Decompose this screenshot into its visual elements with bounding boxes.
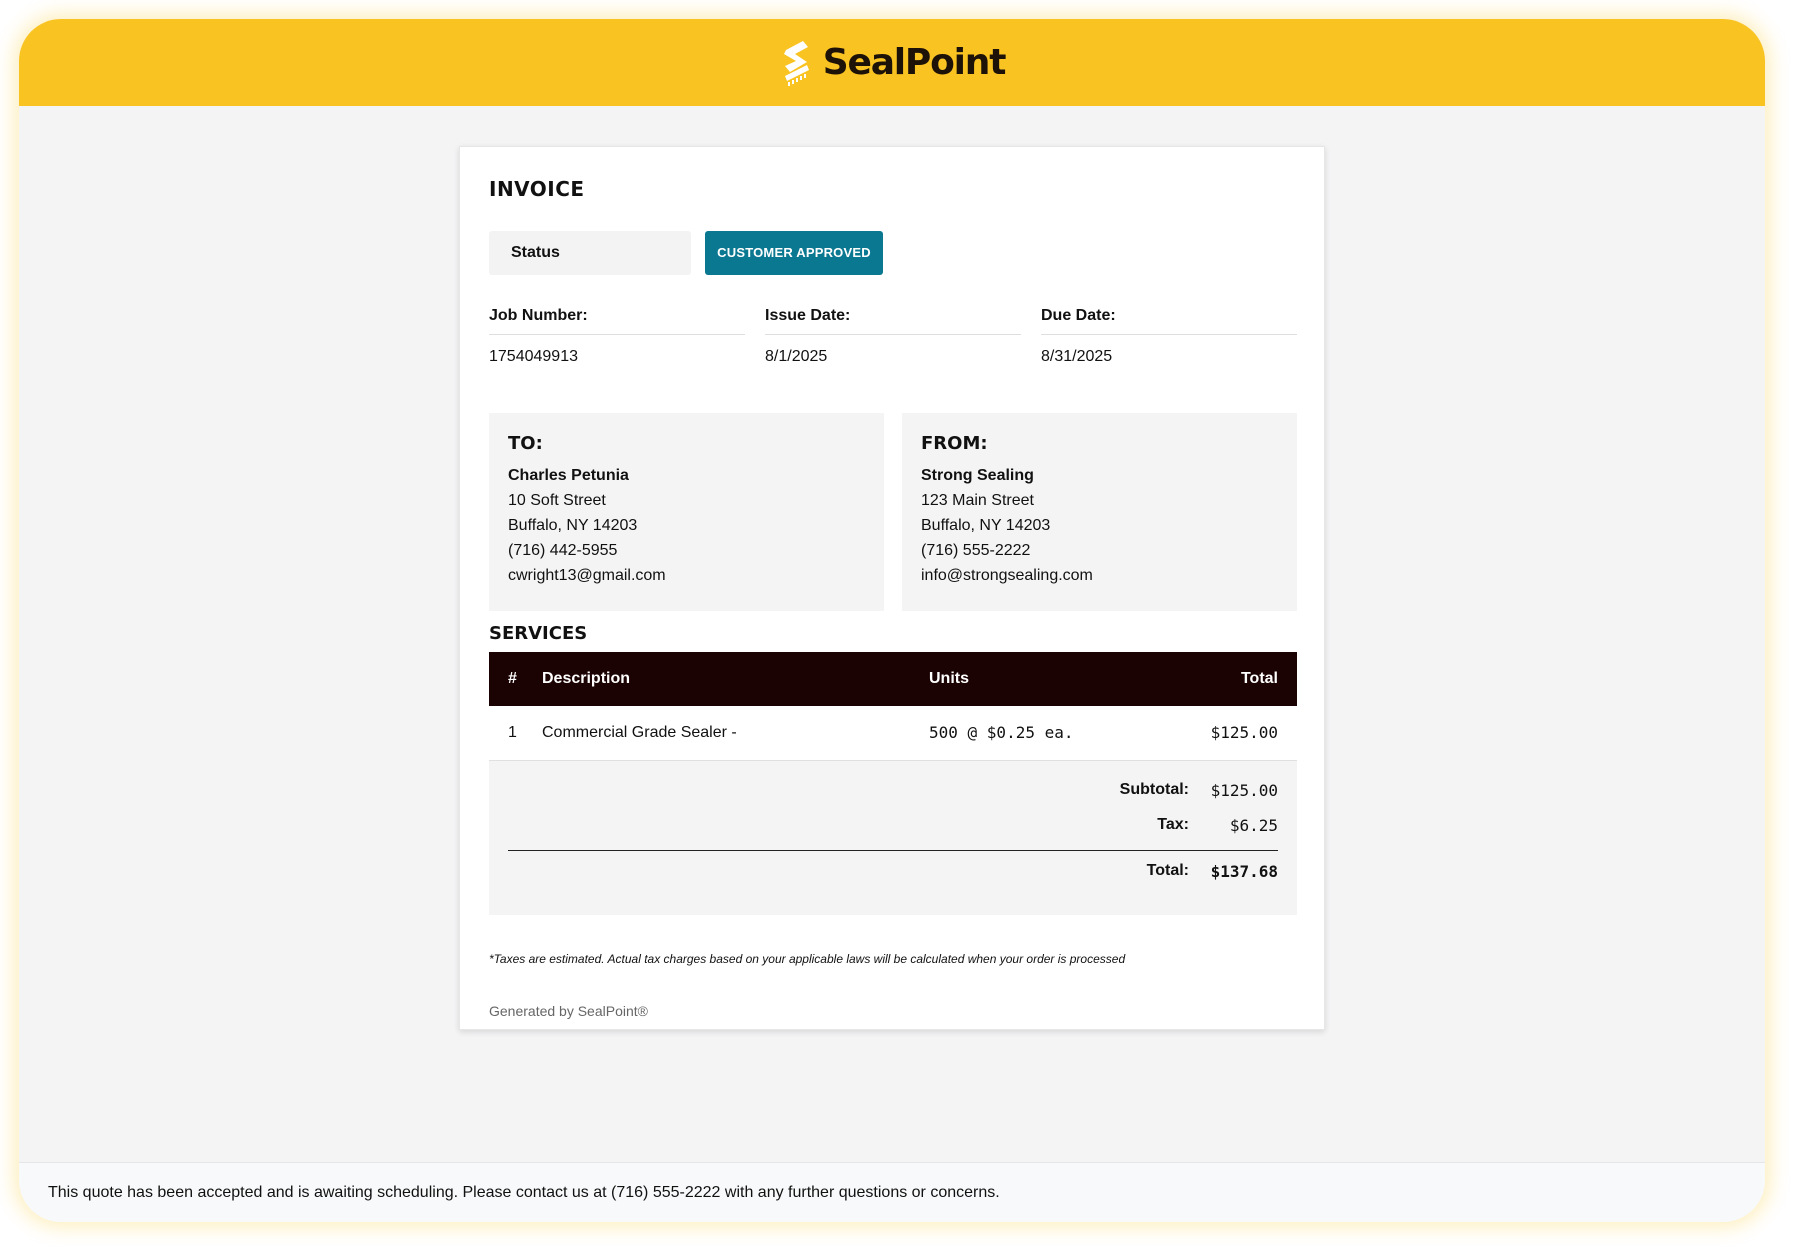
to-phone: (716) 442-5955 bbox=[508, 542, 618, 559]
row-total: $125.00 bbox=[1210, 723, 1278, 742]
app-frame: SealPoint INVOICE Status CUSTOMER APPROV… bbox=[19, 19, 1765, 1222]
subtotal-label: Subtotal: bbox=[1119, 781, 1189, 798]
status-label: Status bbox=[489, 231, 691, 275]
column-header-units: Units bbox=[929, 670, 969, 687]
brand: SealPoint bbox=[779, 38, 1007, 88]
footer-message: This quote has been accepted and is awai… bbox=[48, 1184, 1000, 1201]
due-date-value: 8/31/2025 bbox=[1041, 348, 1113, 365]
invoice-title: INVOICE bbox=[489, 177, 585, 201]
tax-note: *Taxes are estimated. Actual tax charges… bbox=[489, 952, 1126, 966]
from-city: Buffalo, NY 14203 bbox=[921, 517, 1051, 534]
total-label: Total: bbox=[1146, 862, 1189, 879]
tax-label: Tax: bbox=[1157, 816, 1189, 833]
total-value: $137.68 bbox=[1210, 862, 1278, 881]
row-units: 500 @ $0.25 ea. bbox=[929, 723, 1074, 742]
from-street: 123 Main Street bbox=[921, 492, 1034, 509]
totals-box: Subtotal: $125.00 Tax: $6.25 Total: $137… bbox=[489, 761, 1297, 915]
job-number-label: Job Number: bbox=[489, 307, 745, 335]
generated-by: Generated by SealPoint® bbox=[489, 1003, 648, 1019]
row-description: Commercial Grade Sealer - bbox=[542, 724, 737, 741]
brand-name: SealPoint bbox=[822, 42, 1007, 83]
due-date-label: Due Date: bbox=[1041, 307, 1297, 335]
table-row: 1 Commercial Grade Sealer - 500 @ $0.25 … bbox=[489, 706, 1297, 761]
status-badge: CUSTOMER APPROVED bbox=[705, 231, 883, 275]
bill-from-box: FROM: Strong Sealing 123 Main Street Buf… bbox=[902, 413, 1297, 611]
column-header-description: Description bbox=[542, 670, 631, 687]
to-street: 10 Soft Street bbox=[508, 492, 606, 509]
to-email: cwright13@gmail.com bbox=[508, 567, 666, 584]
services-table-header: # Description Units Total bbox=[489, 652, 1297, 706]
sealpoint-logo-icon bbox=[779, 38, 815, 88]
issue-date-value: 8/1/2025 bbox=[765, 348, 828, 365]
invoice-card: INVOICE Status CUSTOMER APPROVED Job Num… bbox=[459, 146, 1325, 1030]
issue-date-label: Issue Date: bbox=[765, 307, 1021, 335]
column-header-number: # bbox=[508, 670, 517, 687]
job-number-field: Job Number: 1754049913 bbox=[489, 307, 745, 366]
to-heading: TO: bbox=[508, 433, 543, 454]
due-date-field: Due Date: 8/31/2025 bbox=[1041, 307, 1297, 366]
from-heading: FROM: bbox=[921, 433, 988, 454]
subtotal-value: $125.00 bbox=[1210, 781, 1278, 800]
tax-value: $6.25 bbox=[1229, 816, 1278, 835]
totals-divider bbox=[508, 850, 1278, 851]
job-number-value: 1754049913 bbox=[489, 348, 578, 365]
from-phone: (716) 555-2222 bbox=[921, 542, 1031, 559]
to-name: Charles Petunia bbox=[508, 467, 629, 484]
from-name: Strong Sealing bbox=[921, 467, 1034, 484]
header-bar: SealPoint bbox=[19, 19, 1765, 106]
from-email: info@strongsealing.com bbox=[921, 567, 1093, 584]
column-header-total: Total bbox=[1240, 670, 1278, 687]
bill-to-box: TO: Charles Petunia 10 Soft Street Buffa… bbox=[489, 413, 884, 611]
row-number: 1 bbox=[508, 724, 517, 741]
to-city: Buffalo, NY 14203 bbox=[508, 517, 638, 534]
issue-date-field: Issue Date: 8/1/2025 bbox=[765, 307, 1021, 366]
footer-message-bar: This quote has been accepted and is awai… bbox=[19, 1162, 1765, 1222]
services-title: SERVICES bbox=[489, 623, 588, 644]
